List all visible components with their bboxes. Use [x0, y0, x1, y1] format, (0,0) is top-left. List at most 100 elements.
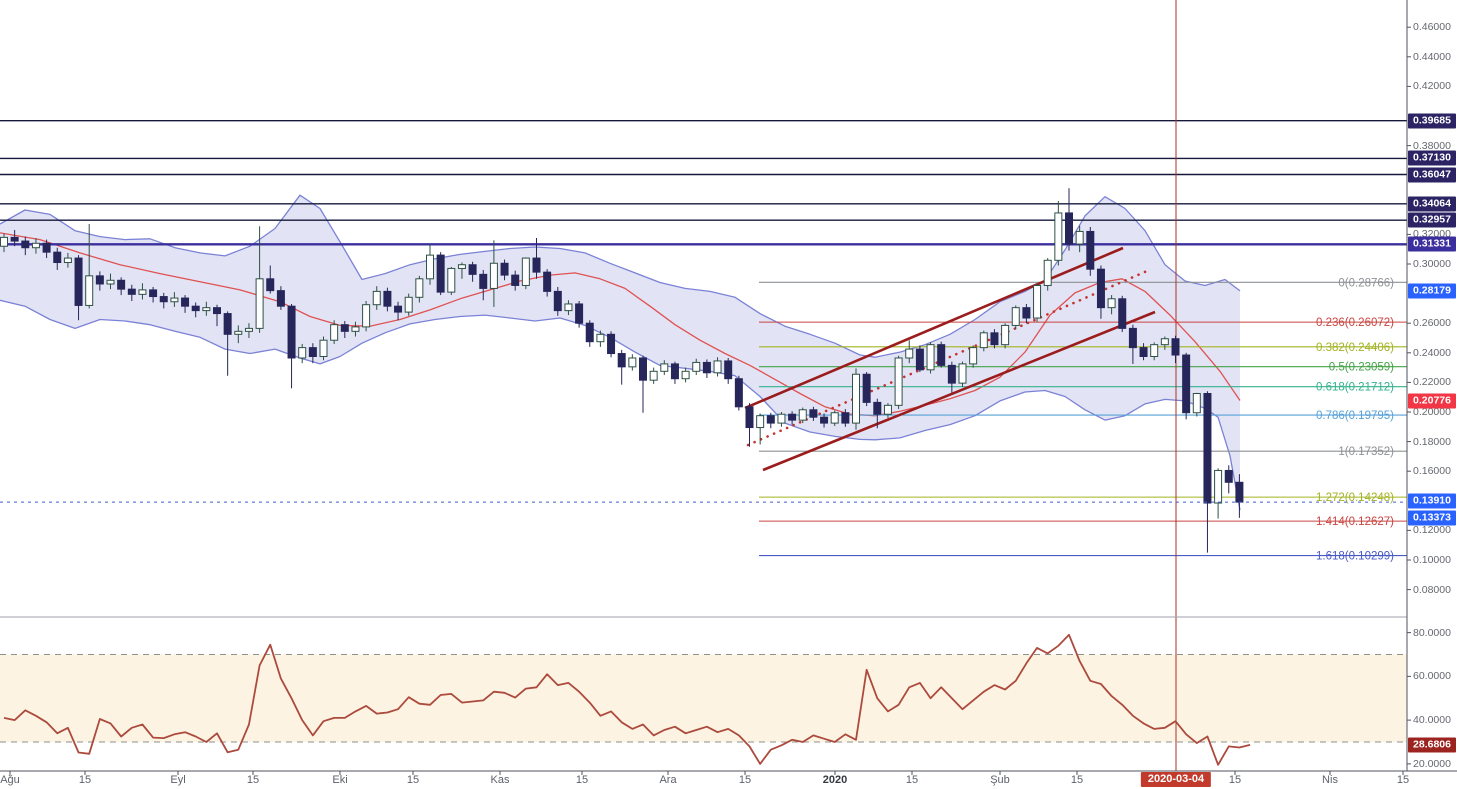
candle-body-up [778, 414, 785, 423]
candle-body-up [1002, 325, 1009, 344]
time-axis-label: Ağu [0, 774, 20, 786]
price-axis-badge: 0.28179 [1408, 283, 1456, 298]
price-axis-tick: 0.26000 [1413, 317, 1451, 329]
candle-body-up [970, 348, 977, 364]
candle-body-up [139, 290, 146, 294]
candle-body-down [160, 297, 167, 302]
time-axis-label: Nis [1322, 774, 1338, 786]
price-axis-tick: 0.08000 [1413, 584, 1451, 596]
candle-body-down [991, 333, 998, 345]
candle-body-down [182, 298, 189, 306]
candle-body-up [1161, 339, 1168, 345]
price-axis-badge: 0.32957 [1408, 213, 1456, 228]
candle-body-up [831, 413, 838, 423]
candle-body-up [363, 305, 370, 327]
candle-body-down [341, 325, 348, 332]
candle-body-up [714, 361, 721, 373]
rsi-value-badge: 28.6806 [1408, 737, 1456, 752]
candle-body-down [96, 276, 103, 284]
time-axis-label: 15 [1397, 774, 1409, 786]
price-axis-tick: 0.30000 [1413, 258, 1451, 270]
time-axis-label: Eki [332, 774, 347, 786]
candle-body-down [618, 354, 625, 367]
price-axis-badge: 0.39685 [1408, 113, 1456, 128]
time-axis-label: 15 [906, 774, 918, 786]
candle-body-up [895, 358, 902, 405]
candle-body-up [352, 327, 359, 331]
candle-body-down [395, 306, 402, 312]
candle-body-down [576, 304, 583, 323]
candle-body-up [490, 263, 497, 288]
price-axis[interactable]: 0.460000.440000.420000.380000.320000.300… [1407, 0, 1457, 771]
candle-body-up [661, 364, 668, 371]
candle-body-up [906, 349, 913, 358]
rsi-axis-tick: 80.0000 [1413, 627, 1451, 639]
price-axis-tick: 0.38000 [1413, 140, 1451, 152]
candle-body-down [821, 417, 828, 423]
candle-body-up [650, 371, 657, 380]
candle-body-down [309, 348, 316, 357]
candle-body-up [799, 410, 806, 420]
candle-body-up [1151, 345, 1158, 357]
price-axis-badge: 0.37130 [1408, 151, 1456, 166]
price-axis-tick: 0.24000 [1413, 347, 1451, 359]
candle-body-down [214, 308, 221, 314]
candle-body-down [480, 274, 487, 288]
time-axis-label: 15 [247, 774, 259, 786]
candle-body-up [959, 364, 966, 383]
time-axis[interactable]: Ağu15Eyl15Eki15Kas15Ara15202015Şub1515Ni… [0, 771, 1457, 789]
rsi-axis-tick: 20.0000 [1413, 758, 1451, 770]
rsi-axis-tick: 40.0000 [1413, 714, 1451, 726]
price-axis-tick: 0.18000 [1413, 436, 1451, 448]
candle-body-up [565, 304, 572, 311]
candle-body-down [640, 358, 647, 380]
time-axis-label: 15 [407, 774, 419, 786]
price-axis-badge: 0.34064 [1408, 196, 1456, 211]
candle-body-up [1034, 285, 1041, 318]
candle-body-down [938, 345, 945, 366]
rsi-neutral-band [0, 655, 1407, 743]
candle-body-down [128, 289, 135, 294]
candle-body-down [916, 349, 923, 370]
candle-body-down [1225, 470, 1232, 482]
candle-body-down [277, 291, 284, 307]
candle-body-down [671, 364, 678, 379]
candle-body-up [32, 243, 39, 247]
rsi-axis-tick: 60.0000 [1413, 670, 1451, 682]
time-axis-label: 15 [79, 774, 91, 786]
fib-level-label: 0.618(0.21712) [1316, 382, 1394, 394]
time-axis-label: Şub [990, 774, 1010, 786]
candle-body-down [1204, 394, 1211, 504]
candle-body-down [1023, 308, 1030, 318]
candle-body-down [746, 407, 753, 428]
candle-body-up [86, 276, 93, 306]
candle-body-up [448, 268, 455, 292]
candle-body-up [416, 279, 423, 298]
candle-body-down [150, 290, 157, 297]
time-axis-label: 15 [1071, 774, 1083, 786]
candle-body-down [544, 272, 551, 291]
fib-level-label: 0.5(0.23059) [1329, 362, 1394, 374]
time-axis-label: 15 [1229, 774, 1241, 786]
candle-body-down [533, 258, 540, 272]
candle-body-down [288, 306, 295, 358]
candle-body-down [789, 414, 796, 420]
fib-level-label: 0(0.28766) [1338, 277, 1394, 289]
candle-body-up [299, 348, 306, 358]
candle-body-down [725, 361, 732, 379]
fib-level-label: 0.382(0.24406) [1316, 342, 1394, 354]
candle-body-up [884, 405, 891, 414]
candle-body-down [554, 291, 561, 310]
candle-body-down [1097, 269, 1104, 307]
price-axis-badge: 0.13373 [1408, 510, 1456, 525]
fib-level-label: 1.618(0.10299) [1316, 551, 1394, 563]
candle-body-down [43, 243, 50, 252]
candle-body-up [1012, 308, 1019, 326]
price-axis-tick: 0.16000 [1413, 465, 1451, 477]
chart-canvas[interactable]: 0(0.28766) 0.236(0.26072) 0.382(0.24406) 0.… [0, 0, 1457, 789]
candle-body-down [863, 374, 870, 402]
candle-body-up [405, 297, 412, 312]
fib-level-label: 0.236(0.26072) [1316, 317, 1394, 329]
candle-body-up [1215, 470, 1222, 503]
candle-body-up [980, 333, 987, 348]
